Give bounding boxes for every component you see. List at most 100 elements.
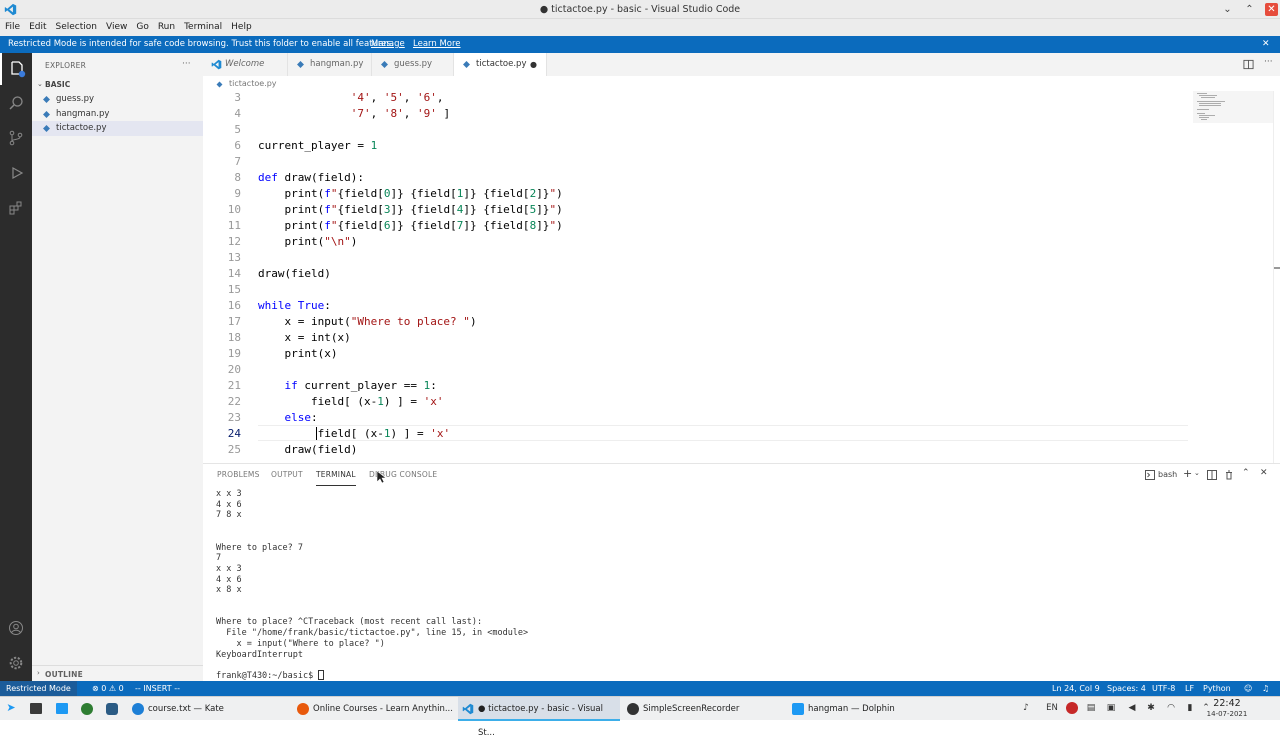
terminal-shell-label[interactable]: bash bbox=[1158, 470, 1177, 479]
minimap[interactable] bbox=[1193, 91, 1273, 151]
task-dolphin[interactable]: hangman — Dolphin bbox=[788, 697, 950, 721]
breadcrumb-item[interactable]: tictactoe.py bbox=[229, 79, 277, 88]
menu-file[interactable]: File bbox=[0, 19, 25, 36]
file-item-guess[interactable]: guess.py bbox=[32, 92, 203, 107]
banner-close-icon[interactable]: ✕ bbox=[1262, 36, 1270, 53]
file-item-tictactoe[interactable]: tictactoe.py bbox=[32, 121, 203, 136]
task-firefox[interactable]: Online Courses - Learn Anythin... bbox=[293, 697, 455, 721]
terminal-line: 7 8 x bbox=[216, 510, 242, 521]
code-line: current_player = 1 bbox=[258, 139, 378, 152]
new-terminal-icon[interactable]: + bbox=[1183, 467, 1192, 480]
encoding-status[interactable]: UTF-8 bbox=[1152, 681, 1175, 696]
search-icon[interactable] bbox=[0, 87, 32, 119]
show-desktop-icon[interactable] bbox=[30, 703, 42, 714]
eol-status[interactable]: LF bbox=[1185, 681, 1194, 696]
python-file-icon bbox=[43, 111, 50, 118]
indentation-status[interactable]: Spaces: 4 bbox=[1107, 681, 1146, 696]
file-label: hangman.py bbox=[56, 109, 110, 119]
trash-icon[interactable] bbox=[1224, 470, 1234, 480]
close-window-button[interactable]: ✕ bbox=[1265, 3, 1278, 16]
code-line: draw(field) bbox=[258, 443, 358, 456]
unsaved-dot-icon[interactable]: ● bbox=[530, 53, 537, 76]
explorer-more-icon[interactable]: ··· bbox=[182, 59, 191, 69]
tab-welcome[interactable]: Welcome bbox=[203, 53, 288, 76]
menu-help[interactable]: Help bbox=[227, 19, 257, 36]
app-launcher-icon[interactable]: ➤ bbox=[5, 702, 17, 714]
maximize-panel-icon[interactable]: ⌃ bbox=[1242, 468, 1250, 478]
split-terminal-icon[interactable] bbox=[1207, 470, 1217, 480]
app-icon[interactable] bbox=[81, 703, 93, 715]
notifications-bell-icon[interactable]: ♫ bbox=[1262, 681, 1269, 696]
terminal-cursor bbox=[318, 670, 324, 680]
language-status[interactable]: Python bbox=[1203, 681, 1231, 696]
terminal-line: x = input("Where to place? ") bbox=[216, 638, 385, 649]
code-line: print("\n") bbox=[258, 235, 358, 248]
window-title: ● tictactoe.py - basic - Visual Studio C… bbox=[539, 4, 741, 15]
devices-icon[interactable]: ▣ bbox=[1105, 702, 1117, 714]
account-icon[interactable] bbox=[0, 612, 32, 644]
task-screenrecorder[interactable]: SimpleScreenRecorder bbox=[623, 697, 785, 721]
minimize-button[interactable]: ⌄ bbox=[1221, 3, 1234, 16]
editor-tab-bar: Welcome hangman.py guess.py tictactoe.py… bbox=[203, 53, 1280, 76]
menu-go[interactable]: Go bbox=[132, 19, 153, 36]
battery-icon[interactable]: ▮ bbox=[1184, 702, 1196, 714]
file-item-hangman[interactable]: hangman.py bbox=[32, 107, 203, 122]
menu-edit[interactable]: Edit bbox=[25, 19, 51, 36]
file-label: guess.py bbox=[56, 94, 94, 104]
outline-section[interactable]: › OUTLINE bbox=[32, 665, 203, 681]
folder-basic[interactable]: BASIC bbox=[45, 80, 70, 89]
line-number: 8 bbox=[234, 171, 241, 184]
tab-output[interactable]: OUTPUT bbox=[271, 464, 303, 486]
tab-hangman[interactable]: hangman.py bbox=[288, 53, 372, 76]
code-line: draw(field) bbox=[258, 267, 331, 280]
menu-view[interactable]: View bbox=[101, 19, 131, 36]
clock-time[interactable]: 22:42 bbox=[1212, 698, 1242, 709]
cursor-position-status[interactable]: Ln 24, Col 9 bbox=[1052, 681, 1100, 696]
menu-selection[interactable]: Selection bbox=[51, 19, 101, 36]
chevron-down-icon[interactable]: ⌄ bbox=[1194, 469, 1200, 477]
maximize-button[interactable]: ⌃ bbox=[1243, 3, 1256, 16]
run-debug-icon[interactable] bbox=[0, 157, 32, 189]
split-editor-icon[interactable] bbox=[1243, 59, 1254, 70]
task-kate[interactable]: course.txt — Kate bbox=[128, 697, 290, 721]
file-manager-icon[interactable] bbox=[56, 703, 68, 714]
line-number: 16 bbox=[227, 299, 241, 312]
menu-terminal[interactable]: Terminal bbox=[180, 19, 227, 36]
banner-manage-link[interactable]: Manage bbox=[371, 36, 405, 53]
python-file-icon bbox=[216, 81, 223, 88]
explorer-icon[interactable] bbox=[0, 53, 32, 85]
source-control-icon[interactable] bbox=[0, 122, 32, 154]
banner-learn-more-link[interactable]: Learn More bbox=[413, 36, 461, 53]
code-editor[interactable]: 3 4 5 6 7 8 9 10 11 12 13 14 15 16 17 18 19 20 21 22 23 24 25 … bbox=[203, 91, 1280, 463]
tab-terminal[interactable]: TERMINAL bbox=[316, 464, 356, 486]
extensions-icon[interactable] bbox=[0, 192, 32, 224]
code-line: print(f"{field[3]} {field[4]} {field[5]}… bbox=[258, 203, 563, 216]
tab-tictactoe[interactable]: tictactoe.py ● bbox=[454, 53, 547, 76]
problems-status[interactable]: ⊗ 0 ⚠ 0 bbox=[92, 681, 124, 696]
task-vscode[interactable]: ● tictactoe.py - basic - Visual St... bbox=[458, 697, 620, 738]
editor-more-icon[interactable]: ··· bbox=[1264, 57, 1273, 67]
clock-date[interactable]: 14-07-2021 bbox=[1200, 710, 1254, 718]
tab-guess[interactable]: guess.py bbox=[372, 53, 454, 76]
recording-indicator-icon[interactable] bbox=[1066, 702, 1078, 714]
restricted-mode-status[interactable]: Restricted Mode bbox=[0, 681, 77, 696]
menu-run[interactable]: Run bbox=[153, 19, 179, 36]
clipboard-icon[interactable]: ▤ bbox=[1085, 702, 1097, 714]
manage-gear-icon[interactable] bbox=[0, 647, 32, 679]
terminal-app-icon[interactable] bbox=[106, 703, 118, 715]
tab-problems[interactable]: PROBLEMS bbox=[217, 464, 260, 486]
code-line: while True: bbox=[258, 299, 331, 312]
audio-icon[interactable]: ♪ bbox=[1020, 702, 1032, 714]
wifi-icon[interactable]: ◠ bbox=[1165, 702, 1177, 714]
volume-icon[interactable]: ◀ bbox=[1126, 702, 1138, 714]
status-bar: Restricted Mode ⊗ 0 ⚠ 0 -- INSERT -- Ln … bbox=[0, 681, 1280, 696]
line-number: 24 bbox=[227, 427, 241, 440]
close-panel-icon[interactable]: ✕ bbox=[1260, 468, 1268, 478]
firefox-icon bbox=[297, 703, 309, 715]
feedback-icon[interactable]: ☺ bbox=[1244, 681, 1252, 696]
task-label: Online Courses - Learn Anythin... bbox=[313, 704, 453, 714]
keyboard-layout-indicator[interactable]: EN bbox=[1044, 702, 1060, 714]
bluetooth-icon[interactable]: ✱ bbox=[1145, 702, 1157, 714]
editor-scrollbar[interactable] bbox=[1273, 91, 1280, 463]
terminal-line: File "/home/frank/basic/tictactoe.py", l… bbox=[216, 628, 529, 639]
